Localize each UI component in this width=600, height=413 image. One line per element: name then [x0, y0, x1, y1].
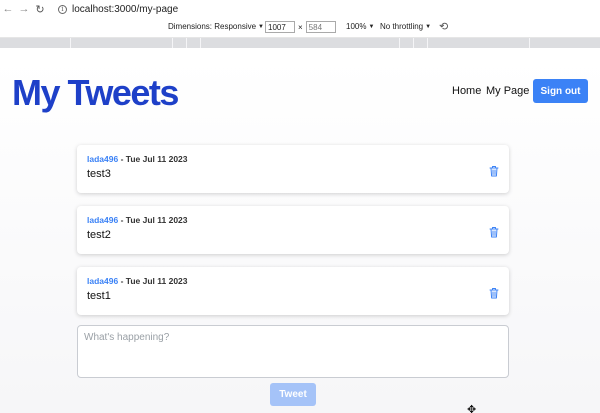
- tweet-date: Tue Jul 11 2023: [125, 154, 188, 164]
- tweet-username[interactable]: lada496: [87, 154, 118, 164]
- sign-out-button[interactable]: Sign out: [533, 79, 588, 103]
- rotate-icon: ⟲: [439, 21, 449, 33]
- rotate-button[interactable]: ⟲: [439, 20, 448, 33]
- nav-home-link[interactable]: Home: [452, 85, 481, 97]
- tweet-card: lada496 - Tue Jul 11 2023 test1: [77, 267, 509, 315]
- device-toolbar: Dimensions: Responsive ▼ × 100% ▼ No thr…: [0, 18, 600, 38]
- forward-icon[interactable]: →: [16, 3, 32, 15]
- tweet-username[interactable]: lada496: [87, 276, 118, 286]
- ruler-tick: [399, 38, 400, 48]
- throttling-label: No throttling: [380, 22, 424, 31]
- tweet-separator: -: [118, 276, 126, 286]
- back-icon[interactable]: ←: [0, 3, 16, 15]
- reload-icon[interactable]: ↻: [32, 3, 48, 16]
- ruler-tick: [529, 38, 530, 48]
- zoom-label: 100%: [346, 22, 367, 31]
- tweet-separator: -: [118, 154, 126, 164]
- media-query-ruler[interactable]: [0, 38, 600, 48]
- tweet-meta: lada496 - Tue Jul 11 2023: [87, 215, 188, 225]
- tweet-compose-input[interactable]: [77, 325, 509, 378]
- chevron-down-icon: ▼: [368, 23, 375, 30]
- trash-icon[interactable]: [489, 226, 499, 238]
- trash-icon[interactable]: [489, 287, 499, 299]
- browser-bar: ← → ↻ i localhost:3000/my-page: [0, 0, 600, 18]
- trash-icon[interactable]: [489, 165, 499, 177]
- tweet-card: lada496 - Tue Jul 11 2023 test3: [77, 145, 509, 193]
- tweet-meta: lada496 - Tue Jul 11 2023: [87, 276, 188, 286]
- nav-my-page-link[interactable]: My Page: [486, 85, 529, 97]
- height-input[interactable]: [305, 21, 336, 33]
- ruler-tick: [70, 38, 71, 48]
- ruler-tick: [186, 38, 187, 48]
- tweet-text: test1: [87, 290, 111, 302]
- tweet-date: Tue Jul 11 2023: [125, 276, 188, 286]
- page-header: My Tweets Home My Page Sign out: [0, 58, 600, 128]
- times-sign: ×: [298, 22, 303, 32]
- ruler-tick: [172, 38, 173, 48]
- ruler-tick: [427, 38, 428, 48]
- tweet-username[interactable]: lada496: [87, 215, 118, 225]
- tweet-date: Tue Jul 11 2023: [125, 215, 188, 225]
- tweet-text: test2: [87, 229, 111, 241]
- tweet-separator: -: [118, 215, 126, 225]
- zoom-dropdown[interactable]: 100% ▼: [346, 22, 374, 31]
- tweet-submit-button[interactable]: Tweet: [270, 383, 316, 406]
- tweet-card: lada496 - Tue Jul 11 2023 test2: [77, 206, 509, 254]
- brand-title: My Tweets: [12, 72, 179, 113]
- chevron-down-icon: ▼: [258, 23, 264, 30]
- info-icon[interactable]: i: [58, 4, 67, 14]
- dimension-inputs: ×: [265, 21, 336, 33]
- throttling-dropdown[interactable]: No throttling ▼: [380, 22, 431, 31]
- ruler-tick: [413, 38, 414, 48]
- address-bar[interactable]: i localhost:3000/my-page: [54, 2, 182, 16]
- move-cursor-icon: ✥: [467, 404, 477, 413]
- url-text[interactable]: localhost:3000/my-page: [72, 4, 178, 15]
- ruler-tick: [200, 38, 201, 48]
- dimensions-label: Dimensions: Responsive: [168, 22, 257, 31]
- page-viewport: My Tweets Home My Page Sign out lada496 …: [0, 58, 600, 413]
- width-input[interactable]: [265, 21, 295, 33]
- tweet-text: test3: [87, 168, 111, 180]
- tweet-meta: lada496 - Tue Jul 11 2023: [87, 154, 188, 164]
- dimensions-dropdown[interactable]: Dimensions: Responsive ▼: [168, 22, 264, 31]
- chevron-down-icon: ▼: [425, 23, 432, 30]
